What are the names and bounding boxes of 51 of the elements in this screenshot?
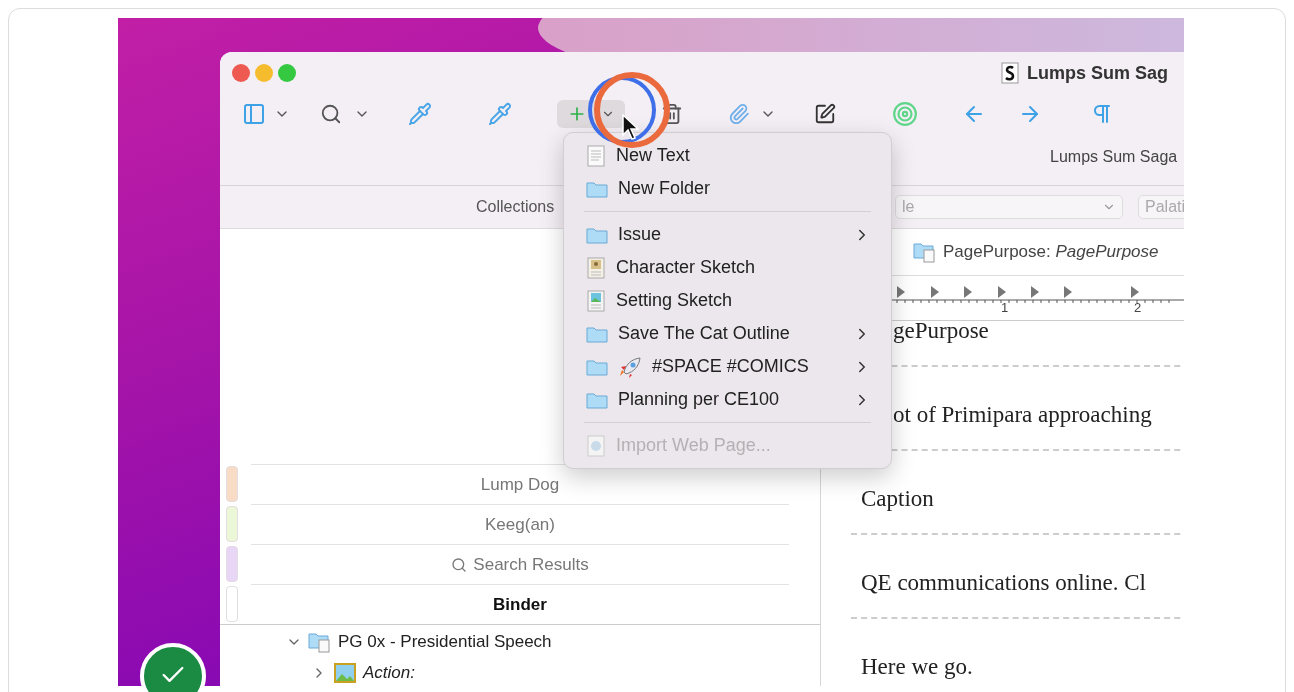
menu-item[interactable]: Issue: [564, 218, 891, 251]
minimize-window-button[interactable]: [255, 64, 273, 82]
search-icon: [451, 556, 468, 573]
sidebar-layout-icon[interactable]: [242, 102, 266, 126]
collection-color-tab[interactable]: [226, 506, 238, 542]
collection-color-tab[interactable]: [226, 546, 238, 582]
menu-item[interactable]: #SPACE #COMICS: [564, 350, 891, 383]
ruler-number: 1: [1001, 300, 1009, 315]
paragraph-text: gePurpose: [892, 318, 989, 344]
search-icon[interactable]: [320, 103, 342, 125]
window-title: Lumps Sum Sag: [1027, 62, 1169, 84]
folder-icon: [586, 225, 608, 244]
folder-icon: [586, 357, 608, 376]
binder-item[interactable]: Action:: [363, 662, 415, 683]
paragraph-text: Here we go.: [860, 654, 973, 680]
collection-color-tab[interactable]: [226, 466, 238, 502]
menu-item[interactable]: New Folder: [564, 172, 891, 205]
document-path: PagePurpose: PagePurpose: [943, 242, 1159, 262]
paragraph-text: ot of Primipara approaching: [892, 402, 1152, 428]
globe-icon: [586, 434, 606, 457]
landscape-card-icon: [586, 289, 606, 312]
picture-icon: [333, 661, 357, 684]
menu-item[interactable]: Planning per CE100: [564, 383, 891, 416]
collection-tab[interactable]: Keeg(an): [251, 503, 789, 545]
menu-item[interactable]: Setting Sketch: [564, 284, 891, 317]
target-icon[interactable]: [892, 101, 918, 127]
document-subtitle: Lumps Sum Saga: [1050, 148, 1178, 166]
folder-icon: [586, 390, 608, 409]
collection-tab[interactable]: Search Results: [251, 543, 789, 585]
zoom-window-button[interactable]: [278, 64, 296, 82]
collection-tab[interactable]: Binder: [251, 583, 789, 625]
folder-icon: [586, 324, 608, 343]
collection-color-tab[interactable]: [226, 586, 238, 622]
compose-icon[interactable]: [814, 103, 836, 125]
folder-document-icon: [308, 630, 332, 653]
close-window-button[interactable]: [232, 64, 250, 82]
binder-item[interactable]: PG 0x - Presidential Speech: [338, 631, 552, 652]
menu-item[interactable]: Character Sketch: [564, 251, 891, 284]
character-card-icon: [586, 256, 606, 279]
folder-document-icon: [913, 241, 937, 263]
document-icon: [586, 144, 606, 167]
paragraph-text: Caption: [860, 486, 934, 512]
folder-icon: [586, 179, 608, 198]
menu-item[interactable]: New Text: [564, 139, 891, 172]
ruler-number: 2: [1134, 300, 1142, 315]
document-icon: [1001, 62, 1019, 84]
paragraph-text: QE communications online. Cl: [860, 570, 1146, 596]
menu-item[interactable]: Save The Cat Outline: [564, 317, 891, 350]
mouse-cursor-icon: [622, 114, 640, 140]
paperclip-icon[interactable]: [728, 103, 750, 125]
collections-header: Collections: [476, 198, 555, 216]
